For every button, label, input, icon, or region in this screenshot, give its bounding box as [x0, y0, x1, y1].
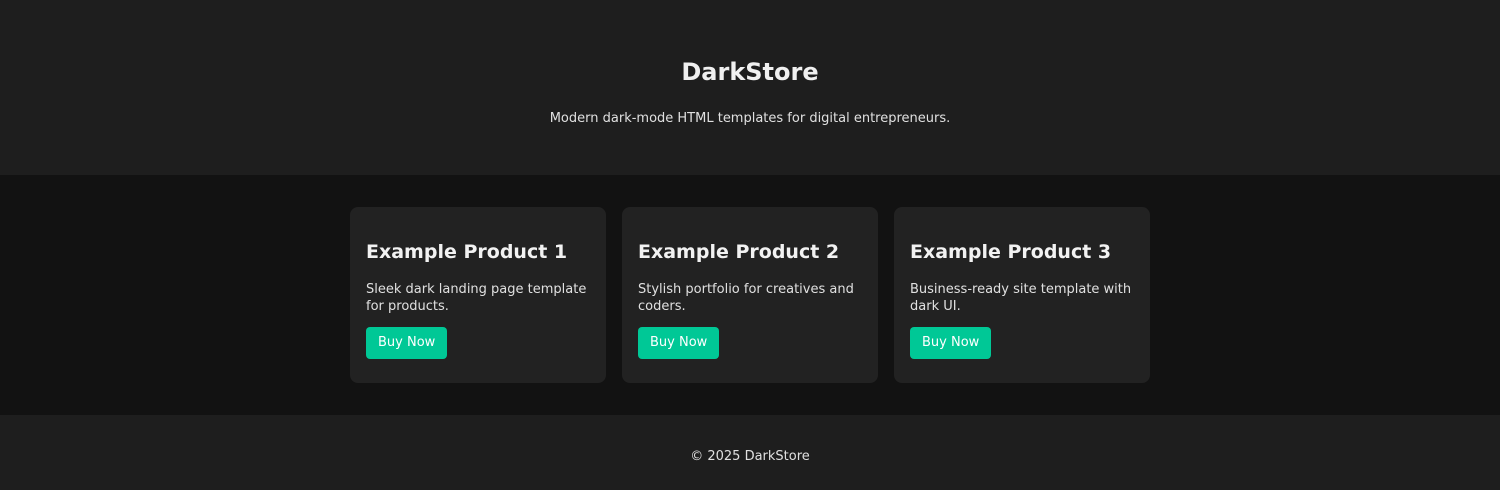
product-description: Sleek dark landing page template for pro… [366, 282, 587, 314]
site-title: DarkStore [681, 58, 819, 86]
buy-now-button[interactable]: Buy Now [910, 327, 992, 359]
buy-now-button[interactable]: Buy Now [638, 327, 720, 359]
product-title: Example Product 3 [910, 241, 1112, 263]
product-grid: Example Product 1 Sleek dark landing pag… [0, 175, 1500, 415]
copyright-text: © 2025 DarkStore [690, 449, 810, 464]
buy-now-button[interactable]: Buy Now [366, 327, 448, 359]
site-footer: © 2025 DarkStore [0, 415, 1500, 490]
product-title: Example Product 2 [638, 241, 840, 263]
product-description: Stylish portfolio for creatives and code… [638, 282, 854, 314]
product-card: Example Product 3 Business-ready site te… [894, 207, 1150, 383]
site-tagline: Modern dark-mode HTML templates for digi… [549, 111, 951, 126]
product-title: Example Product 1 [366, 241, 568, 263]
product-card: Example Product 1 Sleek dark landing pag… [350, 207, 606, 383]
site-header: DarkStore Modern dark-mode HTML template… [0, 0, 1500, 175]
product-card: Example Product 2 Stylish portfolio for … [622, 207, 878, 383]
product-description: Business-ready site template with dark U… [910, 282, 1132, 314]
